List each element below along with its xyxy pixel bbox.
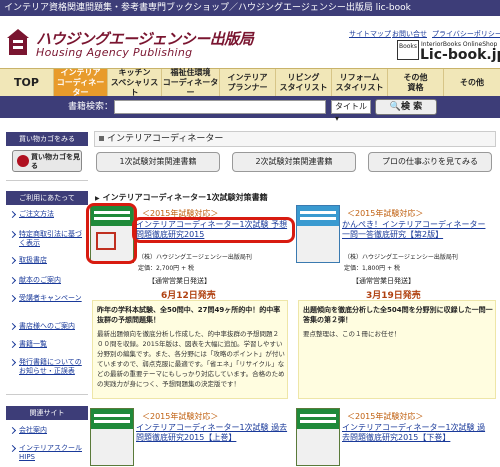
- nav-reform-stylist[interactable]: リフォーム スタイリスト: [332, 69, 388, 97]
- book-3-tag: ＜2015年試験対応＞: [142, 412, 219, 421]
- nav-top[interactable]: TOP: [0, 69, 54, 97]
- highlight-book-title: [132, 217, 295, 243]
- book-1-description: 昨年の学科本試験、全50問中、27問49ヶ所的中！的中率抜群の予想問題集！ 最新…: [92, 300, 288, 399]
- nav-kitchen-specialist[interactable]: キッチン スペシャリスト: [108, 68, 162, 97]
- tab-first-exam-books[interactable]: 1次試験対策関連書籍: [96, 152, 220, 172]
- nav-welfare-coordinator[interactable]: 福祉住環境 コーディネーター: [162, 68, 220, 97]
- book-1-publisher: （株）ハウジングエージェンシー出版局刊: [138, 254, 252, 261]
- sidebar-link-book-list[interactable]: 書籍一覧: [10, 340, 82, 349]
- book-1-price: 定価：2,700円 + 税: [138, 265, 195, 272]
- book-1-description-text: 最新出題傾向を徹底分析し作成した、的中率抜群の予想問題２００問を収録。2015年…: [97, 330, 285, 388]
- sidebar-link-campaign[interactable]: 受講者キャンペーン: [10, 294, 82, 303]
- sidebar-link-hips[interactable]: インテリアスクールHIPS: [10, 444, 82, 462]
- breadcrumb: インテリアコーディネーター: [94, 131, 496, 147]
- books-icon[interactable]: Books: [397, 40, 419, 60]
- highlight-book-cover: [86, 203, 137, 264]
- book-4-title-link[interactable]: インテリアコーディネーター1次試験 過去問題徹底研究2015【下巻】: [342, 423, 492, 443]
- book-2-price: 定価：1,800円 + 税: [344, 265, 401, 272]
- book-2-shipping: 【通常営業日発送】: [352, 277, 415, 285]
- logo-english[interactable]: Housing Agency Publishing: [36, 46, 192, 59]
- search-icon: 🔍: [389, 102, 402, 112]
- sidebar-link-errata[interactable]: 発行書籍についてのお知らせ・正誤表: [10, 358, 82, 376]
- search-bar: 書籍検索： タイトル ▾ 🔍検 索: [0, 96, 500, 123]
- book-2-title-link[interactable]: かんぺき！インテリアコーディネーター 一問一答徹底研究【第2版】: [342, 220, 492, 240]
- nav-other-qualifications[interactable]: その他 資格: [388, 69, 444, 97]
- house-logo-icon[interactable]: [6, 28, 30, 56]
- nav-interior-planner[interactable]: インテリア プランナー: [220, 69, 276, 97]
- sidebar-link-legal[interactable]: 特定商取引法に基づく表示: [10, 230, 82, 248]
- nav-other[interactable]: その他: [444, 69, 500, 97]
- book-cover-3[interactable]: [90, 408, 134, 466]
- sidebar-link-order[interactable]: ご注文方法: [10, 210, 82, 219]
- book-cover-2[interactable]: [296, 205, 340, 263]
- cart-section-title: 買い物カゴをみる: [6, 132, 88, 146]
- search-type-select[interactable]: タイトル ▾: [331, 100, 371, 123]
- book-1-description-headline: 昨年の学科本試験、全50問中、27問49ヶ所的中！的中率抜群の予想問題集！: [97, 306, 281, 324]
- search-input[interactable]: [114, 100, 326, 114]
- guide-section-title: ご利用にあたって: [6, 191, 88, 205]
- view-cart-button[interactable]: 買い物カゴを見る: [12, 150, 82, 172]
- search-label: 書籍検索：: [68, 102, 114, 112]
- book-1-shipping: 【通常営業日発送】: [148, 277, 211, 285]
- book-4-tag: ＜2015年試験対応＞: [347, 412, 424, 421]
- book-2-description-text: 要点整理は、この１冊にお任せ！: [303, 330, 401, 338]
- sidebar-link-company[interactable]: 会社案内: [10, 426, 82, 435]
- nav-interior-coordinator[interactable]: インテリア コーディネーター: [54, 68, 108, 97]
- tab-second-exam-books[interactable]: 2次試験対策関連書籍: [232, 152, 356, 172]
- search-button[interactable]: 🔍検 索: [375, 99, 437, 115]
- sitemap-link[interactable]: サイトマップ: [349, 29, 391, 39]
- tab-pro-work[interactable]: プロの仕事ぶりを見てみる: [368, 152, 492, 172]
- book-2-description: 出題傾向を徹底分析した全504問を分野別に収録した一問一答集の第２弾！ 要点整理…: [298, 300, 496, 399]
- related-section-title: 関連サイト: [6, 406, 88, 420]
- contact-link[interactable]: お問い合せ: [392, 29, 427, 39]
- sidebar-divider: [6, 394, 88, 395]
- book-cover-4[interactable]: [296, 408, 340, 466]
- sidebar-link-bookstores[interactable]: 取扱書店: [10, 256, 82, 265]
- book-2-tag: ＜2015年試験対応＞: [347, 209, 424, 218]
- nav-living-stylist[interactable]: リビング スタイリスト: [276, 69, 332, 97]
- book-2-description-headline: 出題傾向を徹底分析した全504問を分野別に収録した一問一答集の第２弾！: [303, 306, 493, 324]
- site-tagline: インテリア資格関連問題集・参考書専門ブックショップ／ハウジングエージェンシー出版…: [0, 0, 500, 16]
- book-3-title-link[interactable]: インテリアコーディネーター1次試験 過去問題徹底研究2015【上巻】: [136, 423, 294, 443]
- lic-book-logo[interactable]: Lic-book.jp: [420, 47, 500, 63]
- sidebar-link-review-copy[interactable]: 献本のご案内: [10, 276, 82, 285]
- sidebar-divider: [6, 180, 88, 181]
- main-nav: TOP インテリア コーディネーター キッチン スペシャリスト 福祉住環境 コー…: [0, 68, 500, 97]
- book-2-publisher: （株）ハウジングエージェンシー出版局刊: [344, 254, 458, 261]
- section-title: インテリアコーディネーター1次試験対策書籍: [95, 192, 268, 203]
- cart-icon: [17, 155, 29, 167]
- sidebar-link-for-bookstores[interactable]: 書店様へのご案内: [10, 322, 82, 331]
- privacy-policy-link[interactable]: プライバシーポリシー: [432, 29, 500, 39]
